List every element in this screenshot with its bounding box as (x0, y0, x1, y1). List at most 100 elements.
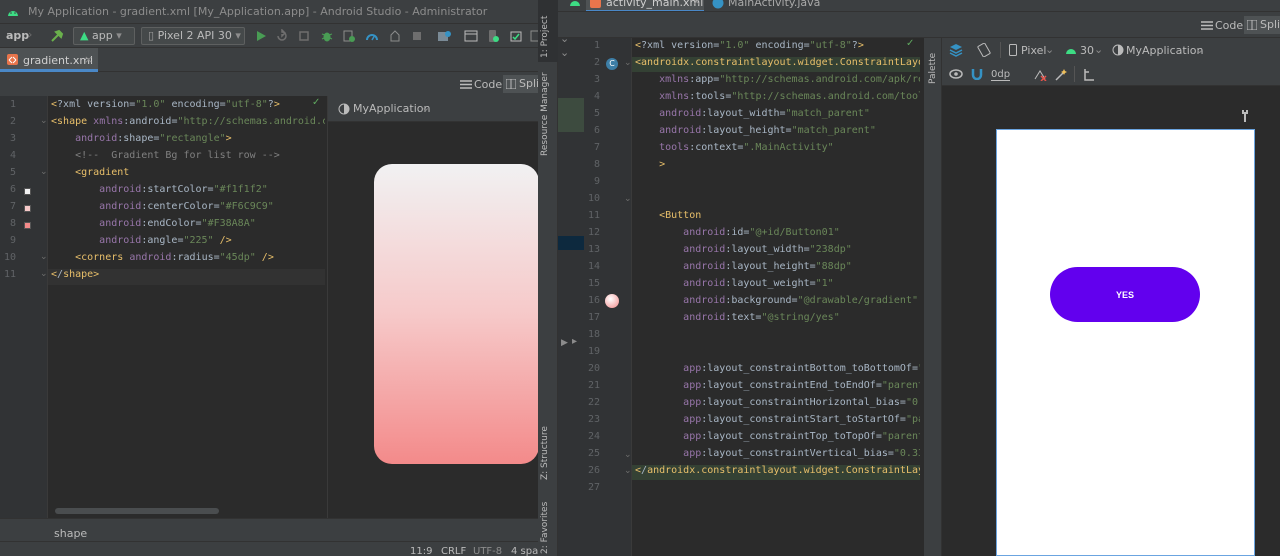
horizontal-scrollbar[interactable] (55, 508, 219, 514)
color-swatch-icon[interactable] (24, 188, 31, 195)
code-line[interactable]: xmlns:app="http://schemas.android.com/ap… (635, 74, 920, 85)
code-line[interactable]: android:id="@+id/Button01" (635, 227, 840, 238)
avd-manager-icon[interactable] (486, 29, 500, 43)
code-line[interactable]: > (635, 159, 665, 170)
api-level-select[interactable]: 30 (1080, 44, 1094, 57)
fold-icon[interactable]: ⌄ (40, 167, 48, 177)
code-line[interactable]: android:layout_weight="1" (635, 278, 834, 289)
code-line[interactable]: app:layout_constraintVertical_bias="0.33 (635, 448, 920, 459)
fold-icon[interactable]: ⌄ (624, 194, 632, 204)
project-breadcrumb[interactable]: app (6, 29, 29, 42)
magnet-icon[interactable] (971, 68, 983, 80)
split-mode-button[interactable]: Split (1244, 16, 1280, 34)
code-line[interactable]: <shape xmlns:android="http://schemas.and… (51, 116, 325, 127)
code-line[interactable]: android:endColor="#F38A8A" (51, 218, 256, 229)
project-structure-icon[interactable] (464, 29, 478, 43)
color-swatch-icon[interactable] (24, 222, 31, 229)
sdk-manager-icon[interactable] (509, 29, 523, 43)
activity-main-code-editor[interactable]: <?xml version="1.0" encoding="utf-8"?> <a… (632, 38, 920, 556)
code-line[interactable]: <?xml version="1.0" encoding="utf-8"?> (635, 40, 864, 51)
module-select[interactable]: ▲ app ▾ (73, 27, 135, 45)
profile-icon[interactable] (365, 29, 379, 43)
fold-icon[interactable]: ⌄ (624, 58, 632, 68)
structure-tool-tab[interactable]: Z: Structure (538, 420, 558, 486)
code-line[interactable]: <corners android:radius="45dp" /> (51, 252, 274, 263)
code-line[interactable]: android:background="@drawable/gradient" (635, 295, 918, 306)
code-mode-button[interactable]: Code (1215, 19, 1243, 32)
code-line[interactable]: </shape> (51, 269, 99, 280)
wrench-icon[interactable] (1240, 110, 1250, 122)
attach-debugger-icon[interactable] (342, 29, 356, 43)
play-icon[interactable]: ▶ (561, 338, 568, 348)
apply-code-changes-icon[interactable] (297, 29, 311, 43)
device-select[interactable]: ▯ Pixel 2 API 30 ▾ (141, 27, 245, 45)
fold-icon[interactable]: ⌄ (624, 466, 632, 476)
fold-icon[interactable]: ⌄ (624, 450, 632, 460)
fold-icon[interactable]: ⌄ (40, 269, 48, 279)
code-line[interactable]: <Button (635, 210, 701, 221)
infer-constraints-icon[interactable] (1054, 68, 1068, 81)
clear-constraints-icon[interactable] (1033, 68, 1047, 81)
yes-button-preview[interactable]: YES (1050, 267, 1200, 322)
line-separator[interactable]: CRLF (441, 546, 466, 556)
color-swatch-icon[interactable] (24, 205, 31, 212)
fold-icon[interactable]: ⌄ (40, 252, 48, 262)
apply-changes-icon[interactable] (275, 29, 289, 43)
code-line[interactable]: android:shape="rectangle"> (51, 133, 232, 144)
debug-icon[interactable] (320, 29, 334, 43)
tab-gradient-xml[interactable]: gradient.xml × (0, 48, 98, 72)
coverage-icon[interactable] (388, 29, 402, 43)
hammer-icon[interactable] (50, 29, 64, 43)
sync-project-icon[interactable] (437, 29, 451, 43)
split-mode-button[interactable]: Split (503, 75, 543, 93)
code-mode-button[interactable]: Code (474, 78, 502, 91)
code-line[interactable]: <!-- Gradient Bg for list row --> (51, 150, 280, 161)
tab-activity-main-xml[interactable]: activity_main.xml × (586, 0, 704, 11)
drawable-preview-icon[interactable] (605, 294, 619, 308)
project-tool-tab[interactable]: 1: Project (538, 0, 558, 62)
code-line[interactable]: <androidx.constraintlayout.widget.Constr… (635, 57, 920, 68)
code-line[interactable]: android:startColor="#f1f1f2" (51, 184, 268, 195)
code-line[interactable]: android:angle="225" /> (51, 235, 232, 246)
eye-icon[interactable] (949, 68, 963, 80)
class-marker-icon[interactable]: C (606, 58, 618, 70)
code-line[interactable]: </androidx.constraintlayout.widget.Const… (635, 465, 920, 476)
fold-icon[interactable]: ⌄ (40, 116, 48, 126)
close-icon[interactable]: × (84, 53, 93, 66)
resource-manager-tool-tab[interactable]: Resource Manager (538, 68, 558, 174)
file-encoding[interactable]: UTF-8 (473, 546, 502, 556)
tab-mainactivity-java[interactable]: MainActivity.java (708, 0, 820, 11)
orientation-icon[interactable] (977, 43, 991, 57)
code-line[interactable]: xmlns:tools="http://schemas.android.com/… (635, 91, 920, 102)
code-line[interactable]: android:layout_width="238dp" (635, 244, 852, 255)
device-select[interactable]: Pixel (1021, 44, 1046, 57)
run-icon[interactable] (254, 29, 268, 43)
stop-icon[interactable] (410, 29, 424, 43)
code-line[interactable]: app:layout_constraintBottom_toBottomOf=" (635, 363, 920, 374)
default-margin-select[interactable]: 0dp (991, 69, 1011, 81)
code-line[interactable]: app:layout_constraintHorizontal_bias="0. (635, 397, 920, 408)
palette-side-tab[interactable]: Palette (924, 38, 942, 556)
breadcrumb[interactable]: shape (54, 527, 87, 540)
code-line[interactable]: android:layout_height="88dp" (635, 261, 852, 272)
code-line[interactable]: android:centerColor="#F6C9C9" (51, 201, 274, 212)
design-surface-icon[interactable] (949, 43, 963, 57)
close-icon[interactable]: × (692, 0, 701, 8)
theme-select[interactable]: MyApplication (1126, 44, 1203, 57)
guidelines-icon[interactable] (1083, 68, 1095, 81)
code-line[interactable]: <gradient (51, 167, 129, 178)
code-line[interactable]: tools:context=".MainActivity" (635, 142, 834, 153)
indent-setting[interactable]: 4 spa (511, 546, 538, 556)
code-line[interactable]: android:text="@string/yes" (635, 312, 840, 323)
cursor-position[interactable]: 11:9 (410, 546, 432, 556)
code-line[interactable]: android:layout_width="match_parent" (635, 108, 870, 119)
inspection-ok-icon[interactable]: ✓ (312, 97, 320, 108)
inspection-ok-icon[interactable]: ✓ (906, 38, 914, 49)
code-line[interactable]: app:layout_constraintEnd_toEndOf="parent (635, 380, 920, 391)
gradient-xml-code-editor[interactable]: <?xml version="1.0" encoding="utf-8"?> <s… (48, 96, 325, 518)
code-line[interactable]: android:layout_height="match_parent" (635, 125, 876, 136)
theme-select[interactable]: MyApplication (353, 102, 430, 115)
favorites-tool-tab[interactable]: 2: Favorites (538, 500, 558, 556)
code-line[interactable]: <?xml version="1.0" encoding="utf-8"?> (51, 99, 280, 110)
code-line[interactable]: app:layout_constraintStart_toStartOf="pa (635, 414, 920, 425)
